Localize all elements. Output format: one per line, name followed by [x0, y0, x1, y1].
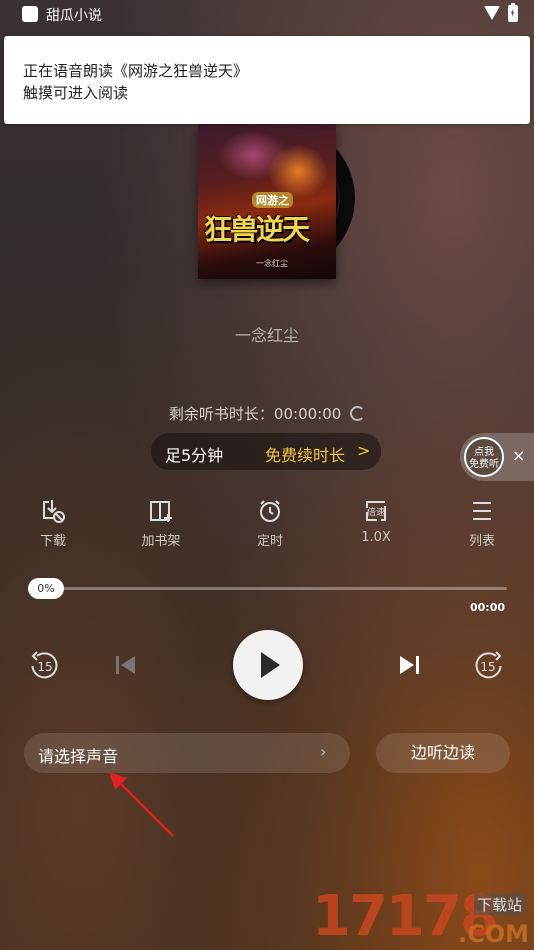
- banner-left-text: 足5分钟: [165, 446, 224, 465]
- voice-select-label: 请选择声音: [38, 747, 119, 766]
- book-series: 网游之: [252, 192, 293, 208]
- progress-thumb[interactable]: 0%: [28, 578, 64, 599]
- remaining-label: 剩余听书时长：: [168, 405, 274, 423]
- red-arrow-annotation: [109, 772, 174, 837]
- list-button[interactable]: 列表: [442, 498, 522, 549]
- cover-art-glow: [268, 144, 328, 199]
- add-bookshelf-icon: [150, 501, 172, 522]
- next-track-icon[interactable]: [396, 652, 422, 678]
- free-duration-banner[interactable]: 足5分钟 免费续时长 >: [151, 433, 381, 470]
- reading-notification[interactable]: 正在语音朗读《网游之狂兽逆天》 触摸可进入阅读: [4, 36, 530, 124]
- svg-text:15: 15: [480, 660, 495, 674]
- speed-icon: 倍速: [366, 501, 386, 521]
- previous-track-icon[interactable]: [113, 652, 139, 678]
- svg-text:倍速: 倍速: [367, 506, 385, 518]
- progress-bar[interactable]: [32, 587, 507, 590]
- app-icon: [22, 6, 38, 22]
- free-badge-line1: 点我: [474, 447, 494, 458]
- watermark-domain: .COM: [458, 920, 530, 948]
- banner-right-text: 免费续时长: [265, 446, 346, 465]
- wifi-icon: [484, 6, 500, 20]
- battery-charging-icon: [508, 3, 518, 22]
- free-listen-badge[interactable]: 点我 免费听 ×: [460, 433, 534, 481]
- add-bookshelf-button[interactable]: 加书架: [121, 498, 201, 549]
- free-listen-button[interactable]: 点我 免费听: [464, 437, 504, 477]
- forward-15-icon[interactable]: 15: [473, 650, 505, 682]
- play-button[interactable]: [233, 630, 303, 700]
- speed-label: 1.0X: [361, 530, 391, 545]
- rewind-15-icon[interactable]: 15: [28, 650, 60, 682]
- close-icon[interactable]: ×: [512, 446, 525, 465]
- remaining-value: 00:00:00: [273, 405, 342, 423]
- timer-label: 定时: [256, 534, 283, 549]
- cover-area: 网游之 狂兽逆天 一念红尘: [198, 124, 378, 280]
- timer-button[interactable]: 定时: [230, 498, 310, 549]
- listen-and-read-button[interactable]: 边听边读: [376, 733, 510, 773]
- svg-text:15: 15: [37, 660, 52, 674]
- book-cover[interactable]: 网游之 狂兽逆天 一念红尘: [198, 124, 336, 279]
- remaining-time: 剩余听书时长：00:00:00: [0, 403, 534, 424]
- list-icon: [473, 502, 491, 520]
- download-icon: [43, 500, 65, 523]
- free-badge-line2: 免费听: [469, 459, 499, 470]
- watermark-logo: 17178 下载站 .COM: [312, 878, 534, 950]
- notification-title: 正在语音朗读《网游之狂兽逆天》: [23, 62, 249, 80]
- voice-select[interactable]: 请选择声音 ›: [24, 733, 350, 773]
- download-label: 下载: [39, 534, 66, 549]
- app-name: 甜瓜小说: [46, 8, 102, 24]
- chevron-right-icon: >: [357, 441, 371, 460]
- refresh-icon[interactable]: [350, 406, 366, 421]
- status-bar: 甜瓜小说: [0, 0, 534, 28]
- function-row: 下载 加书架 定时 倍速 1.0X 列表: [0, 498, 534, 554]
- alarm-clock-icon: [260, 500, 280, 522]
- list-label: 列表: [468, 534, 495, 549]
- download-button[interactable]: 下载: [13, 498, 93, 549]
- chevron-right-icon: ›: [320, 742, 327, 761]
- author-name: 一念红尘: [234, 326, 299, 345]
- total-time: 00:00: [470, 601, 506, 614]
- play-icon: [261, 652, 280, 678]
- cover-author: 一念红尘: [256, 259, 288, 268]
- notification-subtitle: 触摸可进入阅读: [23, 84, 129, 102]
- speed-button[interactable]: 倍速 1.0X: [336, 498, 416, 545]
- add-bookshelf-label: 加书架: [141, 534, 181, 549]
- watermark-tag: 下载站: [474, 894, 526, 915]
- book-title: 狂兽逆天: [204, 213, 310, 246]
